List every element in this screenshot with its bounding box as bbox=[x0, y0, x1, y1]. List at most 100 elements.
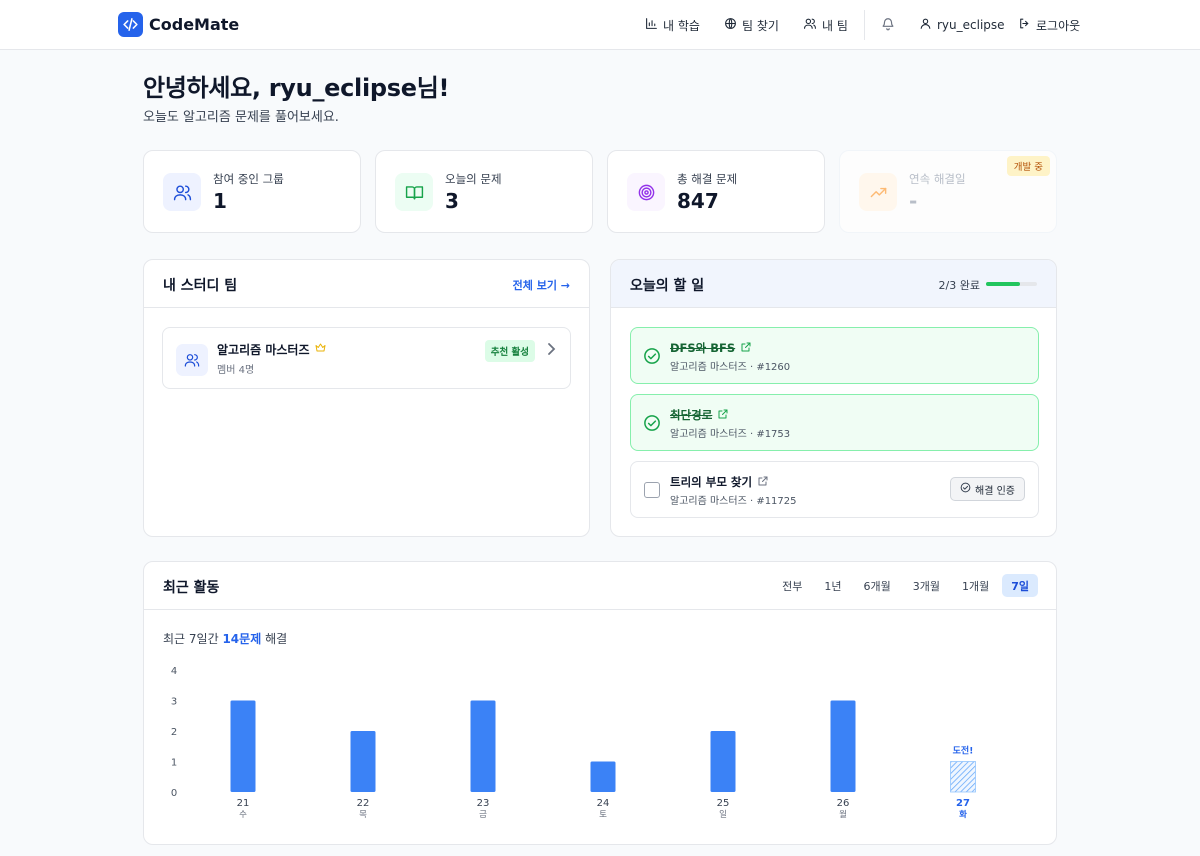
logout-icon bbox=[1018, 17, 1031, 33]
nav-my-learning-label: 내 학습 bbox=[663, 18, 700, 33]
summary-prefix: 최근 7일간 bbox=[163, 632, 219, 646]
bar-chart-icon bbox=[645, 17, 658, 33]
view-all-link[interactable]: 전체 보기 → bbox=[513, 277, 570, 293]
check-circle-icon bbox=[960, 482, 971, 496]
task-item[interactable]: 트리의 부모 찾기 알고리즘 마스터즈 · #11725 해결 인증 bbox=[630, 461, 1039, 518]
external-link-icon[interactable] bbox=[717, 408, 729, 423]
y-tick-label: 3 bbox=[171, 697, 177, 708]
brand[interactable]: CodeMate bbox=[118, 12, 239, 37]
summary-count: 14문제 bbox=[222, 632, 262, 646]
today-challenge-label: 도전! bbox=[953, 745, 974, 757]
task-checkbox[interactable] bbox=[644, 482, 660, 498]
range-tab-all[interactable]: 전부 bbox=[773, 574, 811, 597]
task-title[interactable]: 최단경로 bbox=[670, 407, 729, 423]
task-item[interactable]: DFS와 BFS 알고리즘 마스터즈 · #1260 bbox=[630, 327, 1039, 384]
panel-title: 오늘의 할 일 bbox=[630, 278, 705, 294]
external-link-icon[interactable] bbox=[740, 341, 752, 356]
team-member-count: 멤버 4명 bbox=[217, 365, 255, 376]
progress-bar bbox=[986, 282, 1037, 286]
team-status-badge: 추천 활성 bbox=[484, 340, 535, 362]
y-tick-label: 4 bbox=[171, 666, 177, 677]
x-weekday-label: 월 bbox=[839, 809, 847, 820]
study-team-panel: 내 스터디 팀 전체 보기 → 알고리즘 마스터즈 멤버 4명 추천 활성 bbox=[143, 259, 590, 537]
task-title-label: 최단경로 bbox=[670, 408, 713, 422]
team-card[interactable]: 알고리즘 마스터즈 멤버 4명 추천 활성 bbox=[162, 327, 571, 389]
stat-label: 연속 해결일 bbox=[909, 172, 966, 186]
nav-find-team-label: 팀 찾기 bbox=[742, 18, 779, 33]
top-nav-bar: CodeMate 내 학습 팀 찾기 내 팀 ryu_eclipse 로그아웃 bbox=[0, 0, 1200, 50]
chart-bar bbox=[230, 700, 256, 792]
nav-my-team[interactable]: 내 팀 bbox=[803, 17, 848, 34]
stat-value: - bbox=[909, 189, 918, 213]
range-tab-3m[interactable]: 3개월 bbox=[904, 574, 949, 597]
stat-card-total-solved: 총 해결 문제 847 bbox=[607, 150, 825, 233]
check-circle-icon[interactable] bbox=[643, 347, 661, 365]
chart-bar bbox=[710, 731, 736, 792]
nav-find-team[interactable]: 팀 찾기 bbox=[724, 17, 779, 34]
trend-up-icon bbox=[859, 173, 897, 211]
stat-label: 오늘의 문제 bbox=[445, 172, 502, 186]
chart-bar bbox=[590, 761, 616, 792]
y-tick-label: 1 bbox=[171, 758, 177, 769]
x-weekday-label: 금 bbox=[479, 810, 487, 820]
logout-button[interactable]: 로그아웃 bbox=[1018, 17, 1080, 34]
x-tick-label: 26 bbox=[837, 798, 850, 809]
x-tick-label: 21 bbox=[237, 798, 250, 809]
team-name-label: 알고리즘 마스터즈 bbox=[217, 343, 310, 357]
users-icon bbox=[803, 17, 817, 33]
activity-bar-chart: 0123421수22목23금24토25일26월도전!27화 bbox=[171, 666, 976, 820]
x-tick-label: 27 bbox=[956, 798, 970, 809]
page-subtitle: 오늘도 알고리즘 문제를 풀어보세요. bbox=[143, 110, 339, 125]
progress-text: 2/3 완료 bbox=[938, 279, 980, 292]
range-tabs: 전부 1년 6개월 3개월 1개월 7일 bbox=[773, 574, 1038, 597]
notifications-button[interactable] bbox=[881, 17, 895, 34]
nav-my-learning[interactable]: 내 학습 bbox=[645, 17, 700, 34]
page-title: 안녕하세요, ryu_eclipse님! bbox=[143, 74, 450, 102]
task-item[interactable]: 최단경로 알고리즘 마스터즈 · #1753 bbox=[630, 394, 1039, 451]
chart-bar bbox=[830, 700, 856, 792]
chart-bar bbox=[350, 731, 376, 792]
stat-value: 3 bbox=[445, 189, 459, 213]
stat-value: 847 bbox=[677, 189, 719, 213]
username-label: ryu_eclipse bbox=[937, 18, 1005, 32]
task-meta: 알고리즘 마스터즈 · #1260 bbox=[670, 362, 791, 373]
panel-title: 내 스터디 팀 bbox=[163, 278, 238, 294]
x-tick-label: 22 bbox=[357, 798, 370, 809]
logout-label: 로그아웃 bbox=[1036, 18, 1081, 33]
user-menu[interactable]: ryu_eclipse bbox=[919, 17, 1005, 33]
users-icon bbox=[176, 344, 208, 376]
task-title[interactable]: 트리의 부모 찾기 bbox=[670, 474, 769, 490]
range-tab-7d[interactable]: 7일 bbox=[1002, 574, 1038, 597]
task-title[interactable]: DFS와 BFS bbox=[670, 340, 752, 356]
task-title-label: DFS와 BFS bbox=[670, 341, 736, 355]
nav-my-team-label: 내 팀 bbox=[822, 18, 848, 33]
team-name: 알고리즘 마스터즈 bbox=[217, 341, 327, 358]
verify-solution-label: 해결 인증 bbox=[975, 485, 1015, 497]
x-weekday-label: 수 bbox=[239, 810, 247, 820]
verify-solution-button[interactable]: 해결 인증 bbox=[950, 477, 1025, 501]
task-title-label: 트리의 부모 찾기 bbox=[670, 475, 753, 489]
stat-label: 총 해결 문제 bbox=[677, 172, 738, 186]
bell-icon bbox=[881, 17, 895, 34]
target-icon bbox=[627, 173, 665, 211]
x-weekday-label: 토 bbox=[599, 810, 607, 820]
panel-title: 최근 활동 bbox=[163, 580, 220, 596]
chevron-right-icon bbox=[546, 341, 556, 360]
chart-bar bbox=[470, 700, 496, 792]
check-circle-icon[interactable] bbox=[643, 414, 661, 432]
task-meta: 알고리즘 마스터즈 · #1753 bbox=[670, 429, 791, 440]
range-tab-1y[interactable]: 1년 bbox=[815, 574, 850, 597]
user-icon bbox=[919, 17, 932, 33]
range-tab-6m[interactable]: 6개월 bbox=[854, 574, 899, 597]
crown-icon bbox=[314, 342, 327, 357]
summary-suffix: 해결 bbox=[265, 632, 288, 646]
panel-header: 내 스터디 팀 전체 보기 → bbox=[144, 260, 589, 308]
external-link-icon[interactable] bbox=[757, 475, 769, 490]
stat-card-today-problems: 오늘의 문제 3 bbox=[375, 150, 593, 233]
panel-header: 오늘의 할 일 2/3 완료 bbox=[611, 260, 1056, 308]
x-tick-label: 24 bbox=[597, 798, 610, 809]
range-tab-1m[interactable]: 1개월 bbox=[953, 574, 998, 597]
x-tick-label: 23 bbox=[477, 798, 490, 809]
code-logo-icon bbox=[118, 12, 143, 37]
today-challenge-bar bbox=[950, 761, 976, 793]
